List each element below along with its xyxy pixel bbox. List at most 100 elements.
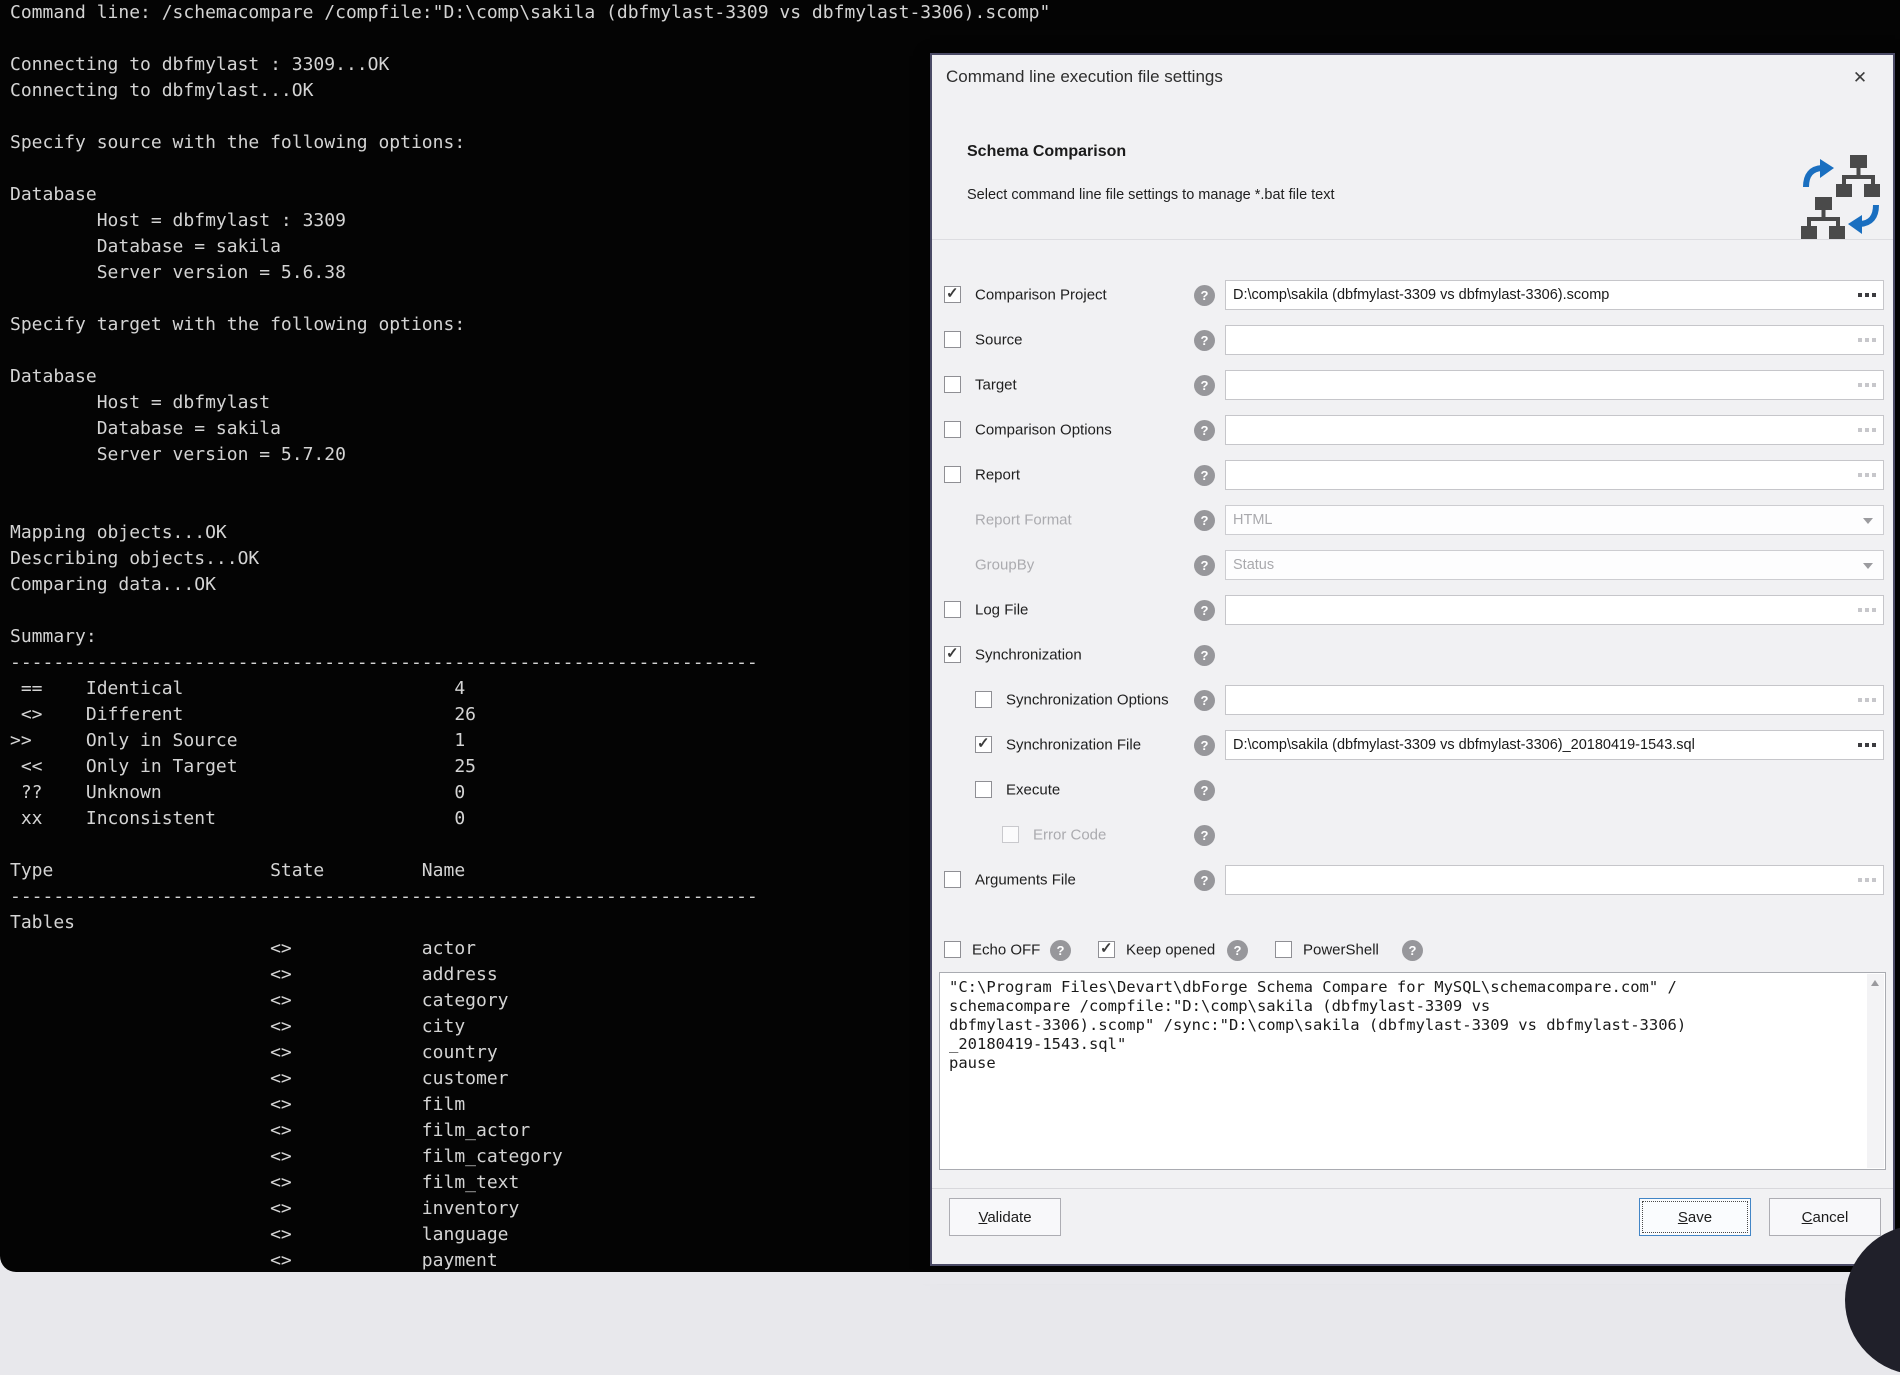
help-icon[interactable]: ? [1194,600,1215,621]
groupby-label: GroupBy [975,557,1034,574]
browse-button[interactable] [1858,878,1876,882]
bat-file-text[interactable]: "C:\Program Files\Devart\dbForge Schema … [949,978,1861,1073]
close-icon[interactable]: ✕ [1849,67,1871,89]
screen-frame-edge [0,1272,1900,1284]
scrollbar[interactable] [1867,974,1884,1168]
comparison-options-checkbox[interactable] [944,421,961,438]
synchronization-options-label: Synchronization Options [1006,692,1169,709]
target-checkbox[interactable] [944,376,961,393]
checkmark-icon: ✓ [977,734,990,752]
synchronization-file-checkbox[interactable]: ✓ [975,736,992,753]
synchronization-file-field[interactable]: D:\comp\sakila (dbfmylast-3309 vs dbfmyl… [1225,730,1884,760]
report-label: Report [975,467,1020,484]
help-icon[interactable]: ? [1050,940,1071,961]
chevron-down-icon [1863,518,1873,524]
settings-row-log-file: Log File? [932,593,1893,627]
source-checkbox[interactable] [944,331,961,348]
comparison-project-checkbox[interactable]: ✓ [944,286,961,303]
help-icon[interactable]: ? [1194,285,1215,306]
help-icon[interactable]: ? [1194,510,1215,531]
report-value [1233,461,1849,489]
arguments-file-field[interactable] [1225,865,1884,895]
scroll-up-icon[interactable] [1871,980,1879,986]
save-button[interactable]: Save [1639,1198,1751,1236]
help-icon[interactable]: ? [1402,940,1423,961]
synchronization-checkbox[interactable]: ✓ [944,646,961,663]
header-divider [932,239,1893,240]
settings-row-synchronization-options: Synchronization Options? [932,683,1893,717]
log-file-field[interactable] [1225,595,1884,625]
keep-opened-checkbox[interactable]: ✓ [1098,941,1115,958]
help-icon[interactable]: ? [1194,555,1215,576]
arguments-file-value [1233,866,1849,894]
settings-row-report-format: Report Format?HTML [932,503,1893,537]
dialog-subheading: Select command line file settings to man… [967,187,1335,203]
groupby-dropdown: Status [1225,550,1884,580]
dialog-title: Command line execution file settings [946,67,1223,87]
browse-button[interactable] [1858,698,1876,702]
powershell-checkbox[interactable] [1275,941,1292,958]
report-checkbox[interactable] [944,466,961,483]
log-file-checkbox[interactable] [944,601,961,618]
checkmark-icon: ✓ [1100,939,1113,957]
cancel-button[interactable]: Cancel [1769,1198,1881,1236]
browse-button[interactable] [1858,473,1876,477]
report-field[interactable] [1225,460,1884,490]
settings-row-target: Target? [932,368,1893,402]
footer-divider [932,1188,1893,1189]
help-icon[interactable]: ? [1194,780,1215,801]
groupby-value: Status [1233,551,1274,579]
browse-button[interactable] [1858,338,1876,342]
help-icon[interactable]: ? [1194,735,1215,756]
help-icon[interactable]: ? [1194,420,1215,441]
help-icon[interactable]: ? [1194,330,1215,351]
chevron-down-icon [1863,563,1873,569]
source-value [1233,326,1849,354]
help-icon[interactable]: ? [1194,645,1215,666]
command-line-settings-dialog: Command line execution file settings ✕ S… [930,53,1895,1266]
log-file-value [1233,596,1849,624]
help-icon[interactable]: ? [1194,375,1215,396]
echo-off-checkbox[interactable] [944,941,961,958]
synchronization-options-field[interactable] [1225,685,1884,715]
dialog-heading: Schema Comparison [967,143,1126,161]
browse-button[interactable] [1858,383,1876,387]
schema-comparison-icon [1800,153,1882,241]
bat-file-text-box[interactable]: "C:\Program Files\Devart\dbForge Schema … [939,972,1886,1170]
help-icon[interactable]: ? [1194,690,1215,711]
settings-row-synchronization-file: ✓ Synchronization File? D:\comp\sakila (db… [932,728,1893,762]
source-field[interactable] [1225,325,1884,355]
arguments-file-checkbox[interactable] [944,871,961,888]
browse-button[interactable] [1858,428,1876,432]
settings-row-source: Source? [932,323,1893,357]
comparison-options-value [1233,416,1849,444]
execute-checkbox[interactable] [975,781,992,798]
settings-row-error-code: Error Code? [932,818,1893,852]
synchronization-file-value: D:\comp\sakila (dbfmylast-3309 vs dbfmyl… [1233,731,1849,759]
log-file-label: Log File [975,602,1028,619]
report-format-value: HTML [1233,506,1272,534]
browse-button[interactable] [1858,608,1876,612]
synchronization-options-checkbox[interactable] [975,691,992,708]
help-icon[interactable]: ? [1194,870,1215,891]
target-field[interactable] [1225,370,1884,400]
synchronization-options-value [1233,686,1849,714]
comparison-options-label: Comparison Options [975,422,1112,439]
browse-button[interactable] [1858,743,1876,747]
report-format-dropdown: HTML [1225,505,1884,535]
synchronization-file-label: Synchronization File [1006,737,1141,754]
comparison-options-field[interactable] [1225,415,1884,445]
help-icon[interactable]: ? [1227,940,1248,961]
comparison-project-value: D:\comp\sakila (dbfmylast-3309 vs dbfmyl… [1233,281,1849,309]
validate-button[interactable]: Validate [949,1198,1061,1236]
browse-button[interactable] [1858,293,1876,297]
comparison-project-field[interactable]: D:\comp\sakila (dbfmylast-3309 vs dbfmyl… [1225,280,1884,310]
help-icon[interactable]: ? [1194,465,1215,486]
help-icon[interactable]: ? [1194,825,1215,846]
target-label: Target [975,377,1017,394]
settings-row-groupby: GroupBy? Status [932,548,1893,582]
echo-off-label: Echo OFF [972,942,1040,959]
execute-label: Execute [1006,782,1060,799]
error-code-checkbox [1002,826,1019,843]
checkmark-icon: ✓ [946,644,959,662]
